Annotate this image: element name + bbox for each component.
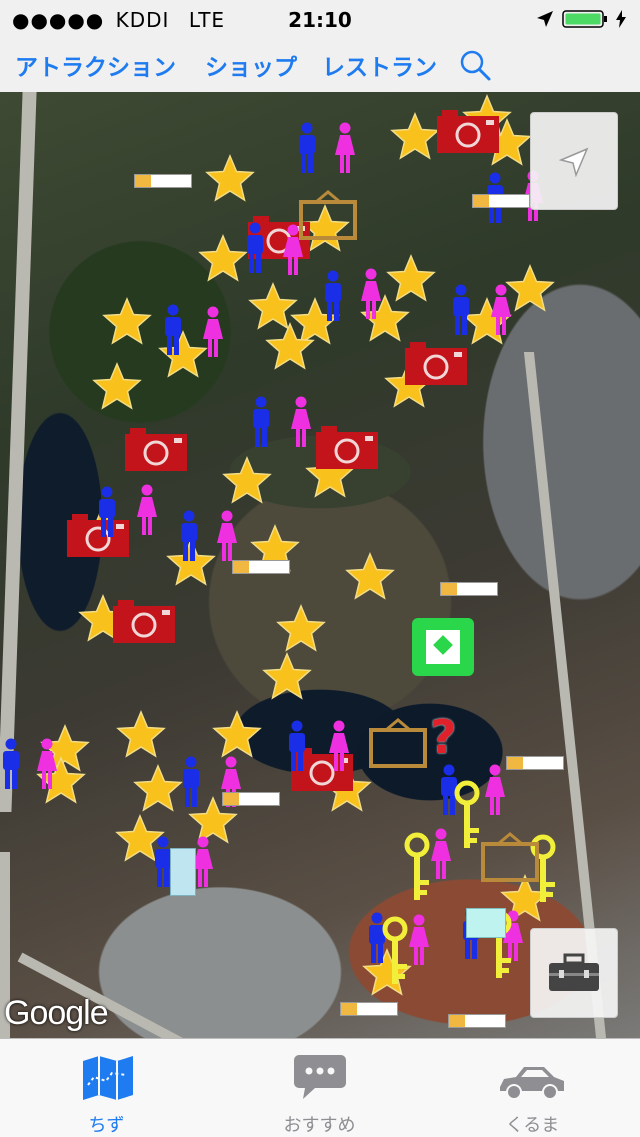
wait-time-gauge bbox=[506, 756, 564, 770]
female-restroom-icon[interactable] bbox=[430, 828, 452, 880]
attraction-star-icon[interactable] bbox=[116, 710, 166, 760]
attraction-star-icon[interactable] bbox=[265, 322, 315, 372]
status-bar: ●●●●● KDDI LTE 21:10 bbox=[0, 0, 640, 40]
tab-recommend[interactable]: おすすめ bbox=[213, 1039, 426, 1137]
photo-spot-camera-icon[interactable] bbox=[112, 598, 176, 644]
male-restroom-icon[interactable] bbox=[450, 284, 472, 336]
attraction-star-icon[interactable] bbox=[212, 710, 262, 760]
question-mark-icon[interactable]: ? bbox=[430, 710, 457, 764]
toolbox-button[interactable] bbox=[530, 928, 618, 1018]
male-restroom-icon[interactable] bbox=[96, 486, 118, 538]
female-restroom-icon[interactable] bbox=[136, 484, 158, 536]
wait-time-gauge bbox=[340, 1002, 398, 1016]
female-restroom-icon[interactable] bbox=[328, 720, 350, 772]
attraction-star-icon[interactable] bbox=[276, 604, 326, 654]
male-restroom-icon[interactable] bbox=[250, 396, 272, 448]
female-restroom-icon[interactable] bbox=[484, 764, 506, 816]
search-icon[interactable] bbox=[458, 48, 492, 82]
photo-spot-camera-icon[interactable] bbox=[404, 340, 468, 386]
male-restroom-icon[interactable] bbox=[162, 304, 184, 356]
wait-time-gauge bbox=[448, 1014, 506, 1028]
tab-car-label: くるま bbox=[505, 1115, 560, 1136]
restaurant-button[interactable]: レストラン bbox=[322, 48, 437, 82]
shop-button[interactable]: ショップ bbox=[205, 48, 297, 82]
attraction-star-icon[interactable] bbox=[102, 297, 152, 347]
location-arrow-icon bbox=[537, 11, 553, 27]
tab-car[interactable]: くるま bbox=[426, 1039, 639, 1137]
tab-recommend-label: おすすめ bbox=[283, 1115, 356, 1136]
wait-time-gauge bbox=[232, 560, 290, 574]
attraction-star-icon[interactable] bbox=[262, 652, 312, 702]
attraction-star-icon[interactable] bbox=[222, 456, 272, 506]
toolbox-icon bbox=[549, 953, 599, 991]
info-board-icon[interactable] bbox=[412, 618, 474, 676]
attraction-star-icon[interactable] bbox=[505, 264, 555, 314]
male-restroom-icon[interactable] bbox=[0, 738, 22, 790]
shop-frame-icon[interactable] bbox=[368, 718, 428, 768]
wait-time-gauge bbox=[472, 194, 530, 208]
current-location-button[interactable] bbox=[530, 112, 618, 210]
tab-map[interactable]: ちず bbox=[0, 1039, 213, 1137]
key-icon[interactable] bbox=[380, 916, 410, 988]
locker-icon[interactable] bbox=[466, 908, 506, 938]
google-attribution: Google bbox=[4, 994, 109, 1032]
attraction-star-icon[interactable] bbox=[133, 764, 183, 814]
attraction-star-icon[interactable] bbox=[345, 552, 395, 602]
photo-spot-camera-icon[interactable] bbox=[436, 108, 500, 154]
attraction-star-icon[interactable] bbox=[198, 234, 248, 284]
charging-bolt-icon bbox=[616, 10, 626, 28]
male-restroom-icon[interactable] bbox=[180, 756, 202, 808]
male-restroom-icon[interactable] bbox=[244, 222, 266, 274]
road bbox=[0, 92, 37, 812]
female-restroom-icon[interactable] bbox=[334, 122, 356, 174]
male-restroom-icon[interactable] bbox=[178, 510, 200, 562]
locker-icon[interactable] bbox=[170, 848, 196, 896]
female-restroom-icon[interactable] bbox=[36, 738, 58, 790]
tab-bar: ちず おすすめ くるま bbox=[0, 1038, 640, 1137]
female-restroom-icon[interactable] bbox=[290, 396, 312, 448]
attraction-star-icon[interactable] bbox=[390, 112, 440, 162]
wait-time-gauge bbox=[440, 582, 498, 596]
satellite-map[interactable]: ? Google bbox=[0, 92, 640, 1038]
top-nav-bar: アトラクション ショップ レストラン bbox=[0, 40, 640, 93]
male-restroom-icon[interactable] bbox=[296, 122, 318, 174]
attraction-button[interactable]: アトラクション bbox=[15, 48, 176, 82]
shop-frame-icon[interactable] bbox=[480, 832, 540, 882]
female-restroom-icon[interactable] bbox=[490, 284, 512, 336]
key-icon[interactable] bbox=[452, 780, 482, 852]
key-icon[interactable] bbox=[402, 832, 432, 904]
female-restroom-icon[interactable] bbox=[202, 306, 224, 358]
wait-time-gauge bbox=[134, 174, 192, 188]
chat-bubble-icon bbox=[294, 1055, 346, 1099]
tab-map-label: ちず bbox=[88, 1115, 125, 1136]
attraction-star-icon[interactable] bbox=[205, 154, 255, 204]
attraction-star-icon[interactable] bbox=[92, 362, 142, 412]
female-restroom-icon[interactable] bbox=[408, 914, 430, 966]
shop-frame-icon[interactable] bbox=[298, 190, 358, 240]
map-icon bbox=[83, 1056, 133, 1100]
photo-spot-camera-icon[interactable] bbox=[124, 426, 188, 472]
battery-icon bbox=[562, 10, 607, 28]
female-restroom-icon[interactable] bbox=[360, 268, 382, 320]
photo-spot-camera-icon[interactable] bbox=[315, 424, 379, 470]
location-arrow-icon bbox=[559, 147, 589, 177]
female-restroom-icon[interactable] bbox=[216, 510, 238, 562]
wait-time-gauge bbox=[222, 792, 280, 806]
car-icon bbox=[500, 1067, 564, 1100]
male-restroom-icon[interactable] bbox=[322, 270, 344, 322]
male-restroom-icon[interactable] bbox=[286, 720, 308, 772]
